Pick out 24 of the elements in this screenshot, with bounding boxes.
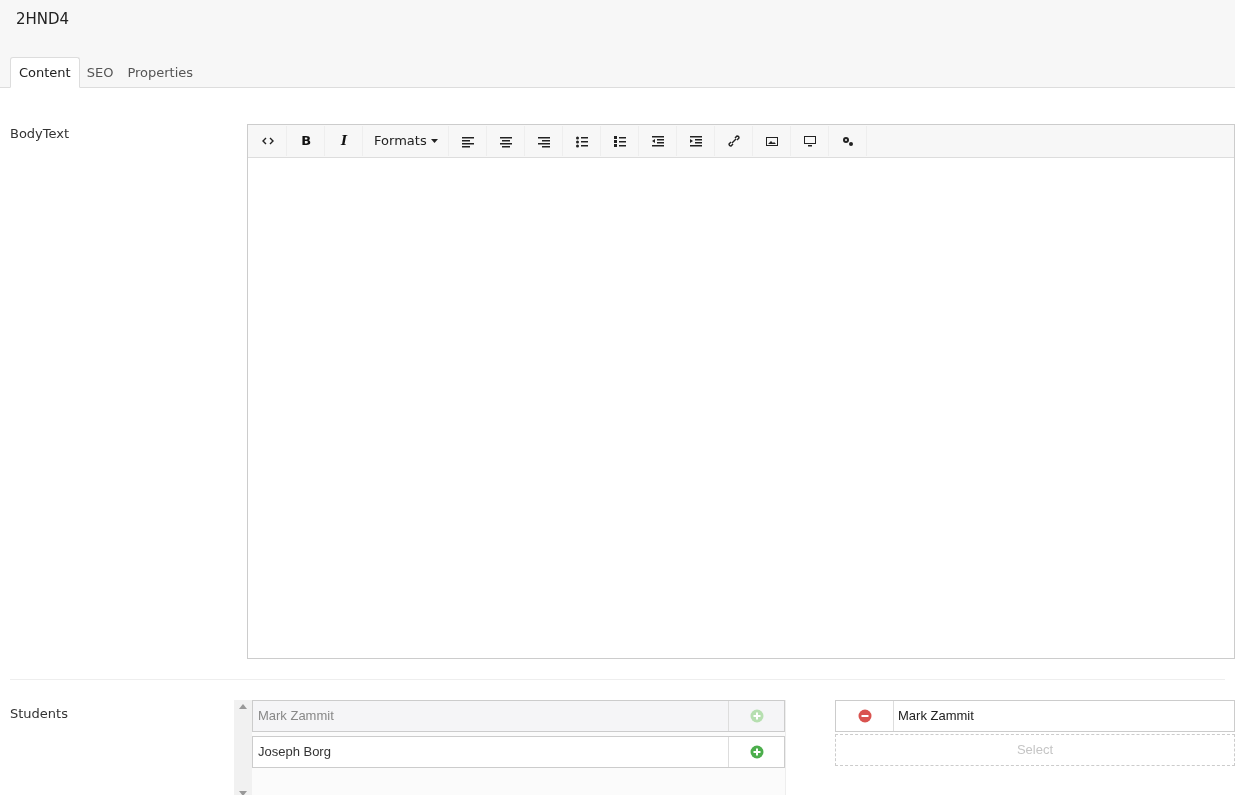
gears-icon — [841, 134, 854, 148]
tab[interactable]: Content — [10, 57, 80, 88]
remove-icon[interactable] — [857, 709, 872, 723]
student-name: Mark Zammit — [256, 707, 335, 726]
image-icon — [765, 134, 778, 148]
align-center-icon — [499, 134, 512, 148]
page-title: 2HND4 — [15, 9, 71, 30]
field-label: BodyText — [9, 125, 71, 143]
student-name: Mark Zammit — [897, 707, 975, 726]
add-icon[interactable] — [749, 745, 764, 759]
bullet-list-icon — [575, 134, 588, 148]
link-icon — [727, 134, 740, 148]
align-left-icon — [461, 134, 474, 148]
caret-icon — [430, 139, 438, 143]
tab[interactable]: Properties — [120, 57, 201, 88]
monitor-icon — [803, 134, 816, 148]
align-right-icon — [537, 134, 550, 148]
field-label: Students — [9, 705, 69, 723]
outdent-icon — [651, 134, 664, 148]
indent-icon — [689, 134, 702, 148]
numbered-list-icon — [613, 134, 626, 148]
student-row[interactable]: Joseph Borg — [251, 736, 785, 768]
tab[interactable]: SEO — [79, 57, 121, 88]
student-name: Joseph Borg — [256, 743, 332, 762]
